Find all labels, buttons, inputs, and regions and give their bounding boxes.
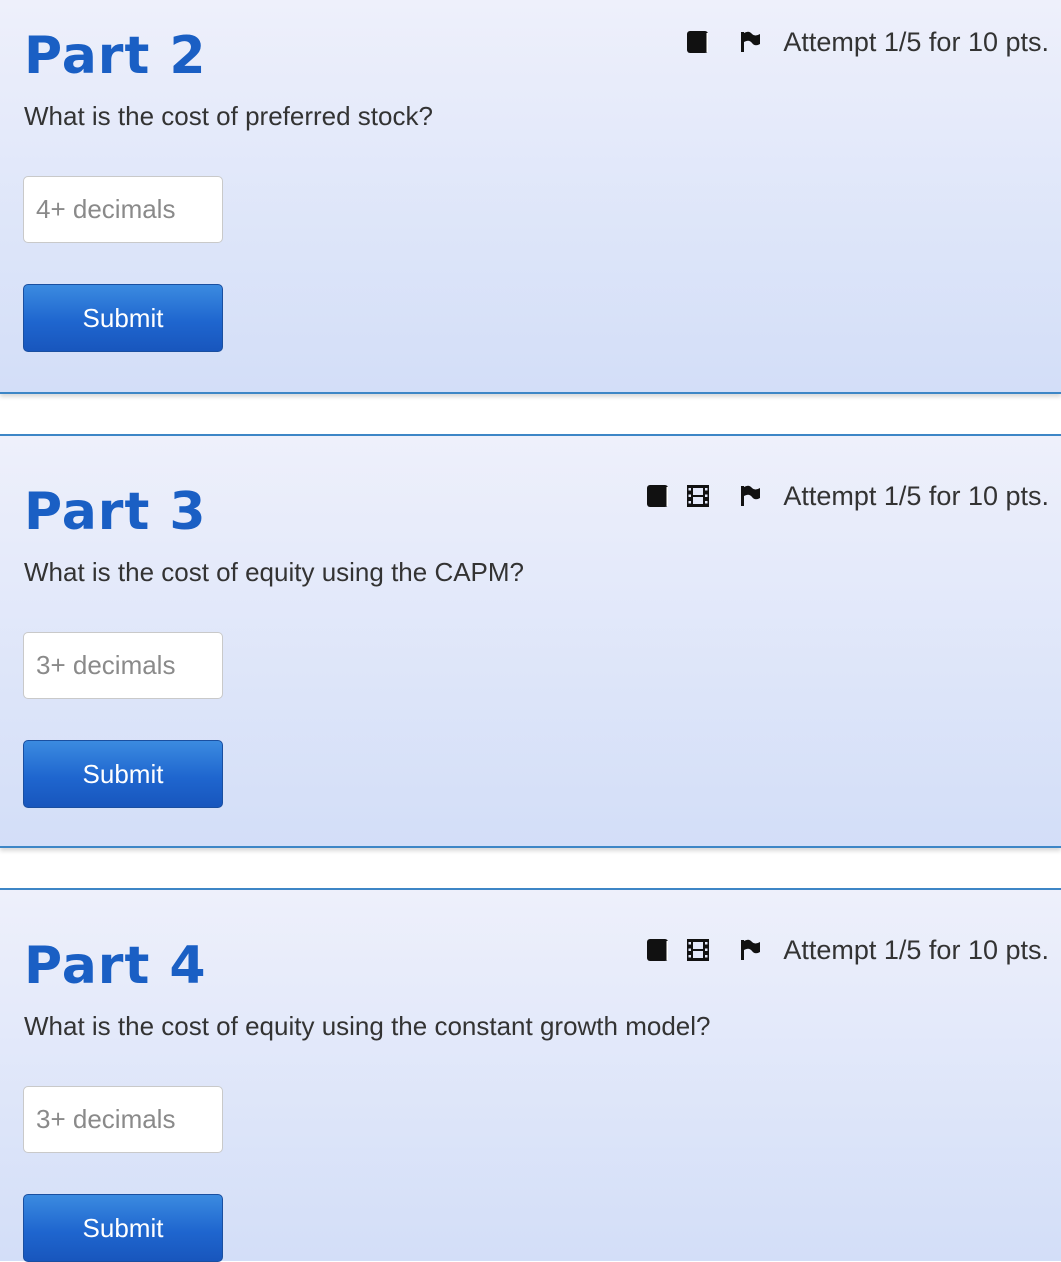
part-title: Part 3	[24, 482, 207, 542]
part-3-panel: Attempt 1/5 for 10 pts. Part 3 What is t…	[0, 434, 1061, 848]
answer-input[interactable]	[23, 632, 223, 699]
film-icon[interactable]	[685, 937, 711, 963]
part-toolbar: Attempt 1/5 for 10 pts.	[645, 932, 1049, 968]
attempt-status: Attempt 1/5 for 10 pts.	[783, 481, 1049, 511]
flag-icon[interactable]	[739, 938, 761, 962]
attempt-status: Attempt 1/5 for 10 pts.	[783, 935, 1049, 965]
part-4-panel: Attempt 1/5 for 10 pts. Part 4 What is t…	[0, 888, 1061, 1262]
book-icon[interactable]	[645, 937, 671, 963]
submit-button[interactable]: Submit	[23, 740, 223, 808]
part-title: Part 2	[24, 26, 207, 86]
answer-input[interactable]	[23, 1086, 223, 1153]
book-icon[interactable]	[685, 29, 711, 55]
submit-button[interactable]: Submit	[23, 1194, 223, 1262]
part-2-panel: Attempt 1/5 for 10 pts. Part 2 What is t…	[0, 0, 1061, 394]
question-text: What is the cost of equity using the CAP…	[24, 557, 525, 587]
answer-input[interactable]	[23, 176, 223, 243]
part-title: Part 4	[24, 936, 207, 996]
flag-icon[interactable]	[739, 30, 761, 54]
question-text: What is the cost of equity using the con…	[24, 1011, 711, 1041]
film-icon[interactable]	[685, 483, 711, 509]
part-toolbar: Attempt 1/5 for 10 pts.	[685, 24, 1049, 60]
attempt-status: Attempt 1/5 for 10 pts.	[783, 27, 1049, 57]
book-icon[interactable]	[645, 483, 671, 509]
flag-icon[interactable]	[739, 484, 761, 508]
submit-button[interactable]: Submit	[23, 284, 223, 352]
part-toolbar: Attempt 1/5 for 10 pts.	[645, 478, 1049, 514]
question-text: What is the cost of preferred stock?	[24, 101, 433, 131]
